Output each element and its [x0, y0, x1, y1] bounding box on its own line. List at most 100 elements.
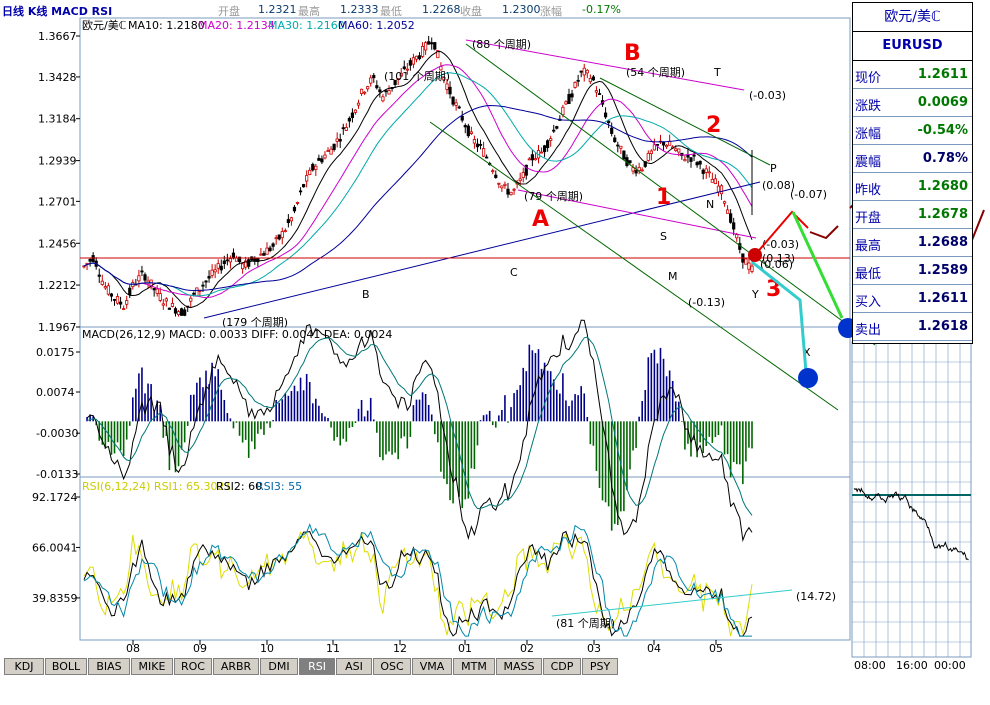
tab-mike[interactable]: MIKE	[131, 658, 173, 675]
candle-body	[176, 311, 181, 316]
tab-bias[interactable]: BIAS	[88, 658, 130, 675]
candle-body	[652, 144, 656, 151]
candle-body	[698, 160, 702, 165]
tab-vma[interactable]: VMA	[412, 658, 452, 675]
candle-body	[347, 117, 351, 122]
tab-osc[interactable]: OSC	[373, 658, 411, 675]
candle-body	[466, 125, 470, 137]
quote-row-label: 现价	[855, 71, 882, 86]
candle-body	[247, 259, 251, 267]
quote-code: EURUSD	[853, 32, 972, 61]
handwritten-2-label: 2	[706, 113, 721, 138]
candle-body	[192, 292, 196, 295]
tab-dmi[interactable]: DMI	[260, 658, 298, 675]
candle-body	[649, 150, 653, 155]
candle-body	[341, 127, 345, 130]
tab-asi[interactable]: ASI	[336, 658, 372, 675]
intraday-x-tick-label: 08:00	[854, 659, 886, 672]
tab-cdp[interactable]: CDP	[543, 658, 581, 675]
candle-body	[356, 102, 361, 106]
tab-mtm[interactable]: MTM	[453, 658, 495, 675]
tab-rsi[interactable]: RSI	[299, 658, 335, 675]
candle-body	[424, 42, 428, 51]
candle-body	[725, 209, 730, 214]
y-tick-label: 1.3184	[38, 113, 77, 126]
candle-body	[204, 280, 208, 283]
candle-body	[530, 154, 534, 161]
candle-body	[677, 148, 681, 153]
tab-boll[interactable]: BOLL	[45, 658, 87, 675]
candle-body	[542, 145, 547, 153]
candle-body	[539, 151, 544, 154]
candle-body	[594, 90, 599, 93]
candle-body	[411, 57, 416, 65]
quote-panel: 欧元/美ℂ EURUSD 现价 1.2611 涨跌 0.0069 涨幅 -0.54% 震幅 0…	[852, 2, 973, 344]
quote-row-value: 1.2680	[917, 179, 968, 194]
candle-body	[277, 234, 281, 240]
chart-annotation: M	[668, 270, 678, 283]
quote-row-value: 0.0069	[917, 95, 968, 110]
quote-row: 震幅 0.78%	[853, 145, 972, 173]
chart-canvas[interactable]: 1.3667 1.3428 1.3184 1.2939 1.2701 1.2456 1.22…	[0, 0, 990, 705]
chart-annotation: Y	[751, 288, 759, 301]
x-tick-label: 09	[193, 642, 207, 655]
candle-body	[241, 263, 245, 270]
tab-kdj[interactable]: KDJ	[4, 658, 44, 675]
candle-body	[683, 159, 687, 162]
candle-body	[106, 285, 111, 295]
candle-body	[457, 106, 461, 109]
candle-body	[103, 286, 107, 289]
candle-body	[280, 231, 284, 239]
candle-body	[463, 125, 467, 128]
candle-body	[735, 234, 739, 239]
quote-row-label: 卖出	[855, 323, 882, 338]
tab-arbr[interactable]: ARBR	[213, 658, 259, 675]
candle-body	[167, 307, 172, 310]
chart-annotation: (101 个周期)	[384, 70, 450, 83]
candle-body	[719, 185, 724, 195]
candle-body	[402, 66, 406, 70]
tab-roc[interactable]: ROC	[174, 658, 212, 675]
candle-body	[268, 247, 272, 252]
candle-body	[451, 96, 455, 105]
y-tick-label: 1.2456	[38, 237, 77, 250]
x-tick-label: 12	[393, 642, 407, 655]
candle-body	[115, 296, 120, 304]
quote-row: 开盘 1.2678	[853, 201, 972, 229]
rsi-annotation: (14.72)	[796, 590, 836, 603]
candle-body	[140, 270, 144, 273]
candle-body	[216, 263, 220, 269]
candle-body	[527, 158, 531, 161]
candle-body	[664, 144, 669, 148]
chart-annotation: (0.06)	[760, 258, 793, 271]
candle-body	[180, 308, 184, 316]
candle-body	[292, 206, 297, 212]
quote-row-label: 开盘	[855, 211, 882, 226]
price-panel	[79, 17, 851, 328]
macd-y-tick-label: -0.0030	[36, 427, 78, 440]
candle-body	[91, 255, 95, 262]
candle-body	[369, 77, 373, 84]
candle-body	[161, 303, 165, 306]
candle-body	[305, 175, 309, 182]
y-tick-label: 1.1967	[38, 321, 77, 334]
chart-annotation: (-0.13)	[688, 296, 725, 309]
quote-row: 昨收 1.2680	[853, 173, 972, 201]
candle-body	[454, 102, 458, 106]
candle-body	[591, 76, 595, 81]
tab-psy[interactable]: PSY	[582, 658, 618, 675]
candle-body	[588, 78, 592, 83]
intraday-x-tick-label: 00:00	[934, 659, 966, 672]
chart-annotation: P	[770, 162, 777, 175]
candle-body	[320, 158, 324, 163]
tab-mass[interactable]: MASS	[496, 658, 542, 675]
candle-body	[661, 141, 666, 146]
candle-body	[408, 60, 412, 66]
quote-row-label: 最高	[855, 239, 882, 254]
quote-row-label: 最低	[855, 267, 882, 282]
candle-body	[222, 260, 226, 265]
candle-body	[97, 274, 101, 277]
candle-body	[573, 82, 577, 88]
candle-body	[363, 91, 367, 94]
quote-row-value: 0.78%	[922, 151, 968, 166]
